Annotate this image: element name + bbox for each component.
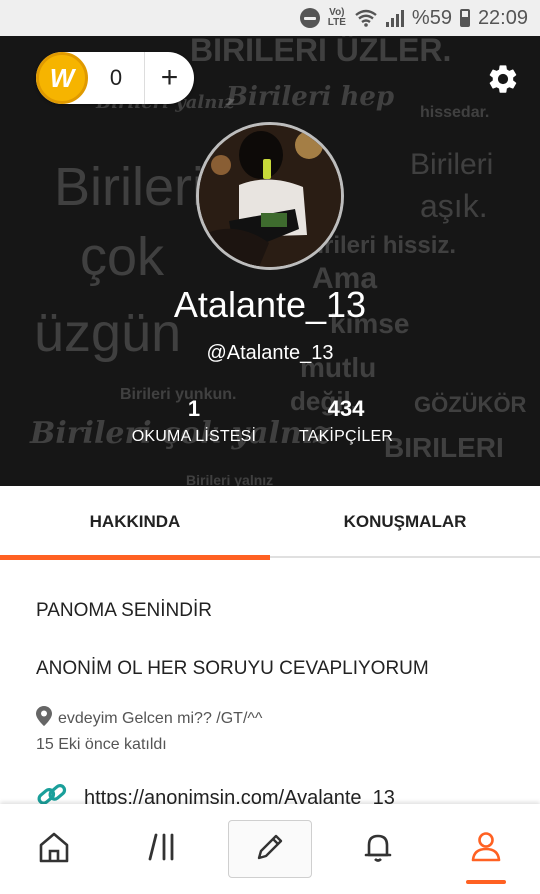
coin-count: 0 xyxy=(109,65,123,90)
settings-gear-icon[interactable] xyxy=(486,62,520,96)
wifi-icon xyxy=(354,9,378,27)
bg-word: Birileri hep xyxy=(226,82,395,112)
write-button[interactable] xyxy=(228,820,312,878)
clock: 22:09 xyxy=(477,6,528,29)
coin-icon: W xyxy=(36,52,88,104)
reading-list-label: OKUMA LİSTESİ xyxy=(131,428,257,445)
bg-word: BIRILERI ÜZLER. xyxy=(190,36,452,68)
bg-word: aşık. xyxy=(420,188,488,224)
bg-word: Birileri yalnız xyxy=(186,472,274,486)
battery-icon xyxy=(459,9,470,27)
reading-list-stat[interactable]: 1 OKUMA LİSTESİ xyxy=(114,396,274,446)
joined-date: 15 Eki önce katıldı xyxy=(36,736,167,753)
bg-word: GÖZÜKÖR xyxy=(414,392,527,417)
followers-label: TAKİPÇİLER xyxy=(298,428,394,445)
tab-about[interactable]: HAKKINDA xyxy=(0,486,270,560)
avatar[interactable] xyxy=(196,122,344,270)
display-name: Atalante_13 xyxy=(173,284,367,325)
add-coins-button[interactable]: + xyxy=(145,52,194,104)
nav-library[interactable] xyxy=(108,804,216,894)
bg-word: Birileri xyxy=(54,157,205,217)
status-bar: Vo) LTE %59 22:09 xyxy=(0,0,540,36)
bg-word: hissedar. xyxy=(420,104,490,121)
signal-icon xyxy=(385,9,404,27)
battery-percent: %59 xyxy=(411,6,452,29)
pencil-icon xyxy=(253,830,287,869)
volte-indicator: Vo) LTE xyxy=(327,7,346,28)
location-text: evdeyim Gelcen mi?? /GT/^^ xyxy=(58,709,263,727)
about-line: ANONİM OL HER SORUYU CEVAPLIYORUM xyxy=(36,658,429,679)
coins-widget[interactable]: W 0 + xyxy=(36,52,194,104)
username: @Atalante_13 xyxy=(206,342,334,364)
reading-list-count: 1 xyxy=(187,396,201,421)
bell-icon xyxy=(360,829,396,870)
followers-count: 434 xyxy=(327,396,365,421)
nav-home[interactable] xyxy=(0,804,108,894)
bg-word: çok xyxy=(80,227,165,287)
about-line: PANOMA SENİNDİR xyxy=(36,600,212,621)
bottom-navigation xyxy=(0,804,540,894)
bg-word: Birileri xyxy=(410,148,494,181)
do-not-disturb-icon xyxy=(299,8,320,28)
location-pin-icon xyxy=(36,706,52,731)
profile-tabs: HAKKINDA KONUŞMALAR xyxy=(0,486,540,560)
nav-profile[interactable] xyxy=(432,804,540,894)
location-row: evdeyim Gelcen mi?? /GT/^^ xyxy=(36,706,262,731)
profile-icon xyxy=(468,829,504,870)
followers-stat[interactable]: 434 TAKİPÇİLER xyxy=(266,396,426,446)
home-icon xyxy=(36,829,72,870)
nav-write[interactable] xyxy=(216,804,324,894)
tab-conversations[interactable]: KONUŞMALAR xyxy=(270,486,540,558)
profile-header: BIRILERI ÜZLER. Birileri hep Birileri hi… xyxy=(0,36,540,486)
library-icon xyxy=(144,829,180,870)
nav-notifications[interactable] xyxy=(324,804,432,894)
